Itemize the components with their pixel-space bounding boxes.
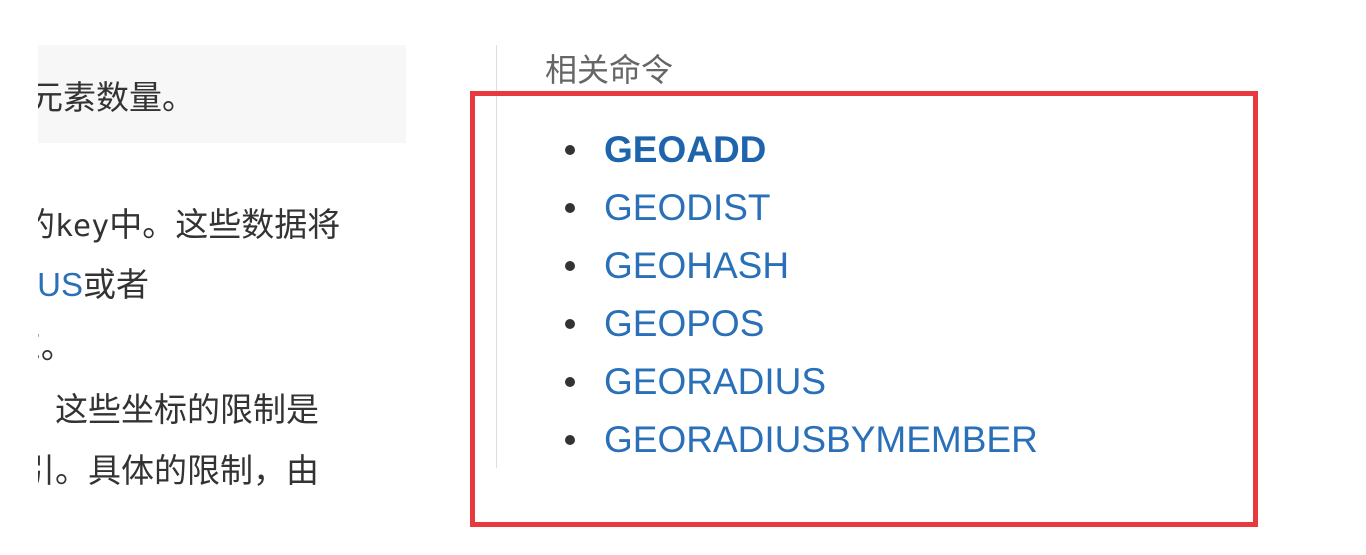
paragraph-line-4: 。这些坐标的限制是: [22, 390, 319, 430]
text-fragment: 引。具体的限制，由: [22, 451, 319, 490]
code-block-text: 元素数量。: [30, 78, 195, 117]
main-content-column: 元素数量。 的key中。这些数据将 IUS或者 E。 。这些坐标的限制是 引。具…: [0, 0, 410, 555]
text-fragment: 或者: [83, 265, 150, 304]
paragraph-line-2: IUS或者: [28, 265, 149, 305]
text-fragment: 中。这些数据将: [109, 205, 341, 244]
paragraph-line-1: 的key中。这些数据将: [22, 205, 340, 247]
text-fragment: 。这些坐标的限制是: [22, 390, 319, 429]
paragraph-line-5: 引。具体的限制，由: [22, 451, 319, 491]
related-commands-title: 相关命令: [545, 51, 674, 89]
code-block: 元素数量。: [30, 45, 406, 143]
highlight-annotation-box: [470, 91, 1258, 527]
clip-edge: [0, 0, 38, 555]
inline-code-key: key: [55, 209, 110, 244]
